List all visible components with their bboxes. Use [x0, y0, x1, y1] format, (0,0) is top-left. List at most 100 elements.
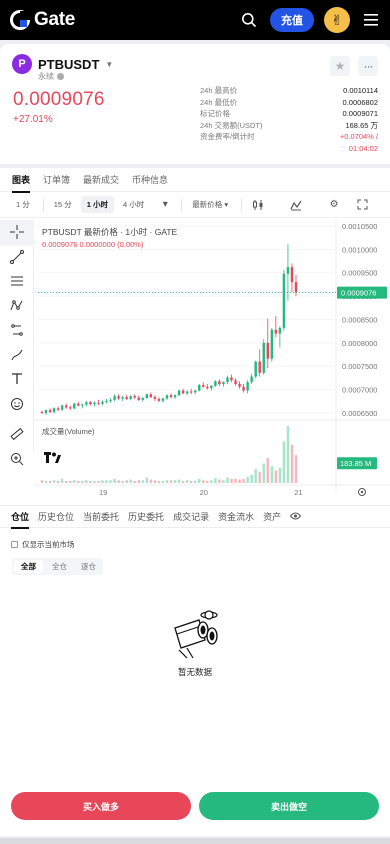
volume-bar	[117, 480, 120, 483]
stat-label: 资金费率/倒计时	[200, 132, 255, 141]
mode-cross[interactable]: 全仓	[45, 558, 74, 575]
candle-body	[64, 405, 68, 408]
buy-long-button[interactable]: 买入做多	[11, 792, 191, 820]
top-nav-bar: Gate 充值 ✌	[0, 0, 390, 40]
tab-position-history[interactable]: 历史仓位	[38, 510, 74, 523]
price-change-percent: +27.01%	[13, 114, 53, 125]
stat-row[interactable]: 资金费率/倒计时 +0.0704% /	[200, 131, 378, 143]
indicators-icon[interactable]	[284, 199, 308, 211]
crosshair-icon[interactable]	[0, 220, 34, 245]
tab-trade-history[interactable]: 成交记录	[173, 510, 209, 523]
tab-positions[interactable]: 仓位	[11, 510, 30, 529]
tab-fund-flow[interactable]: 资金流水	[218, 510, 254, 523]
candle-body	[226, 377, 229, 383]
volume-bar	[101, 480, 104, 483]
volume-bar	[274, 470, 278, 483]
horizontal-lines-icon[interactable]	[0, 269, 34, 294]
price-type-selector[interactable]: 最新价格 ▾	[186, 196, 234, 213]
candle-body	[246, 382, 249, 391]
tab-assets[interactable]: 资产	[263, 510, 281, 523]
candle-body	[250, 376, 253, 383]
order-buttons: 买入做多 卖出做空	[0, 792, 390, 820]
candle-body	[89, 402, 92, 405]
deposit-button[interactable]: 充值	[270, 8, 314, 32]
volume-bar	[173, 480, 177, 483]
volume-bar	[290, 444, 294, 483]
volume-bar	[218, 479, 221, 483]
candle-body	[210, 385, 213, 389]
tab-orderbook[interactable]: 订单簿	[43, 173, 70, 186]
volume-bar	[250, 474, 253, 483]
price-chart[interactable]: 0.00105000.00100000.00095000.00090000.00…	[34, 220, 390, 497]
gate-logo[interactable]: Gate	[10, 9, 75, 31]
stat-row: 24h 交易额(USDT) 168.65 万	[200, 120, 378, 132]
candle-body	[153, 397, 157, 399]
interval-1h[interactable]: 1 小时	[80, 196, 114, 213]
volume-bar	[189, 480, 193, 483]
volume-bar	[262, 463, 265, 483]
mode-isolated[interactable]: 逐仓	[74, 558, 103, 575]
only-current-market-toggle[interactable]: 仅显示当前市场	[11, 539, 75, 550]
volume-bar	[137, 480, 140, 483]
candle-body	[161, 398, 165, 401]
settings-gear-icon[interactable]: ⚙	[322, 199, 346, 210]
volume-bar	[129, 479, 132, 483]
tab-open-orders[interactable]: 当前委托	[83, 510, 119, 523]
volume-bar	[56, 480, 60, 483]
candle-body	[266, 342, 269, 359]
price-tick-label: 0.0007500	[342, 362, 377, 371]
more-options-icon[interactable]: ···	[358, 56, 378, 76]
candle-body	[234, 380, 237, 385]
chevron-down-icon: ▼	[105, 59, 114, 69]
price-tick-label: 0.0007000	[342, 386, 377, 395]
price-tick-label: 0.0009500	[342, 269, 377, 278]
checkbox[interactable]	[11, 541, 18, 548]
info-icon[interactable]	[57, 73, 64, 80]
candle-body	[214, 381, 217, 386]
chart-card: 图表 订单簿 最新成交 币种信息 1 分 15 分 1 小时 4 小时 ▾ 最新…	[0, 168, 390, 505]
fullscreen-icon[interactable]	[350, 199, 374, 210]
candle-body	[125, 397, 128, 399]
volume-bar	[153, 480, 157, 483]
candle-body	[129, 396, 132, 399]
search-icon[interactable]	[238, 9, 260, 31]
ticker-card: P PTBUSDT ▼ 永续 ★ ··· 0.0009076 +27.01% 2…	[0, 44, 390, 164]
pattern-icon[interactable]	[0, 294, 34, 319]
favorite-star-icon[interactable]: ★	[330, 56, 350, 76]
interval-dropdown-icon[interactable]: ▾	[153, 199, 177, 210]
candle-body	[218, 381, 221, 385]
mode-all[interactable]: 全部	[14, 560, 43, 573]
volume-bar	[202, 480, 205, 483]
avatar[interactable]: ✌	[324, 7, 350, 33]
tab-latest-trades[interactable]: 最新成交	[83, 173, 119, 186]
tab-coin-info[interactable]: 币种信息	[132, 173, 168, 186]
candle-type-icon[interactable]	[246, 199, 270, 211]
volume-bar	[149, 479, 153, 483]
candle-body	[262, 342, 265, 373]
candle-body	[60, 405, 64, 410]
interval-1m[interactable]: 1 分	[10, 196, 36, 213]
brush-icon[interactable]	[0, 343, 34, 368]
interval-4h[interactable]: 4 小时	[117, 196, 150, 213]
stat-row: 01:04:02	[200, 143, 378, 155]
trend-line-icon[interactable]	[0, 245, 34, 270]
measure-icon[interactable]	[0, 318, 34, 343]
tab-order-history[interactable]: 历史委托	[128, 510, 164, 523]
stat-label: 24h 最高价	[200, 86, 238, 95]
menu-icon[interactable]	[360, 9, 382, 31]
zoom-icon[interactable]	[0, 447, 34, 472]
empty-binoculars-icon	[174, 610, 218, 659]
candle-body	[177, 390, 181, 396]
tradingview-logo	[44, 452, 62, 467]
interval-15m[interactable]: 15 分	[48, 196, 78, 213]
emoji-icon[interactable]	[0, 392, 34, 417]
eye-icon[interactable]	[289, 512, 302, 522]
candle-body	[52, 408, 56, 413]
text-tool-icon[interactable]	[0, 367, 34, 392]
ruler-icon[interactable]	[0, 422, 34, 447]
sell-short-button[interactable]: 卖出做空	[199, 792, 379, 820]
candle-body	[40, 412, 44, 414]
tab-chart[interactable]: 图表	[12, 173, 31, 193]
margin-mode-filter: 全部 全仓 逐仓	[12, 558, 103, 575]
candle-body	[69, 407, 72, 409]
